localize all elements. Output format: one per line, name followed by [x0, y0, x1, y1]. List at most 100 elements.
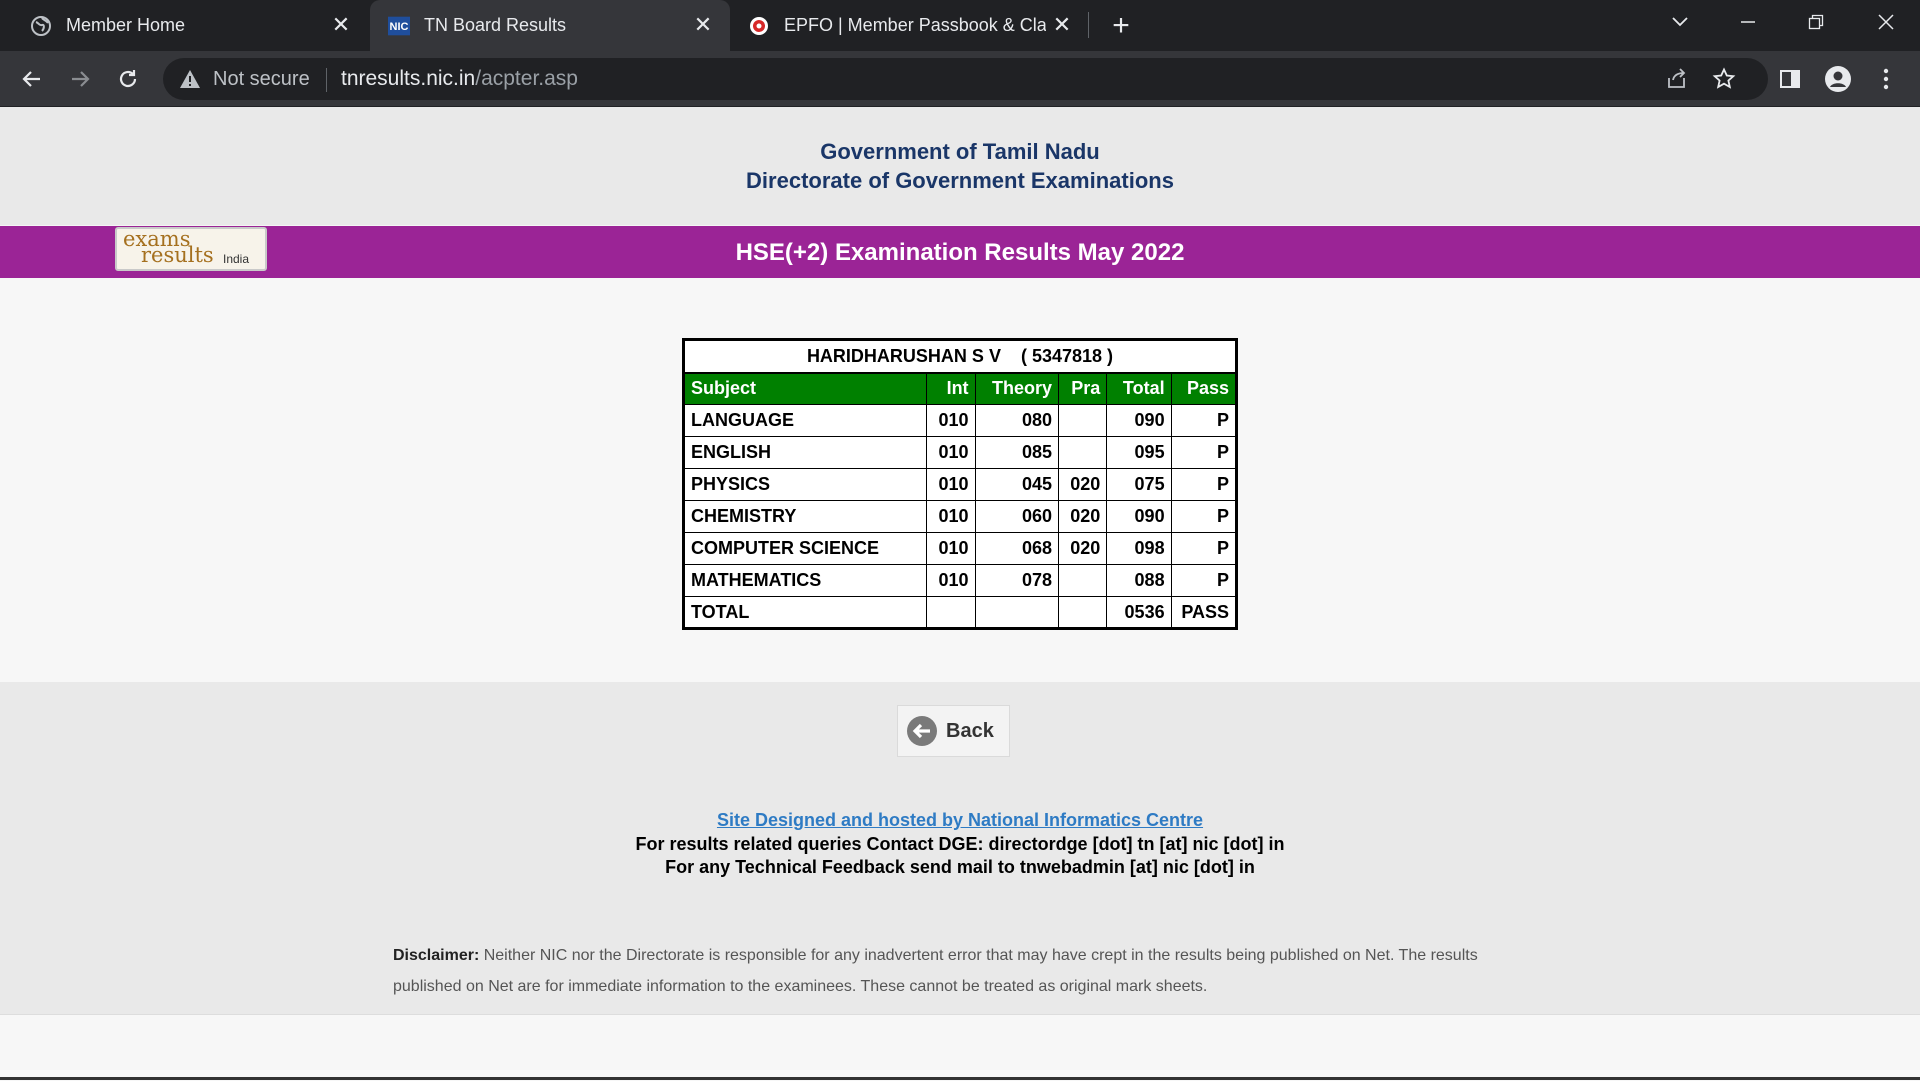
browser-toolbar: Not secure tnresults.nic.in/acpter.asp [0, 51, 1920, 107]
tab-member-home[interactable]: Member Home ✕ [0, 0, 368, 51]
table-header-row: Subject Int Theory Pra Total Pass [682, 372, 1238, 405]
student-caption-row: HARIDHARUSHAN S V ( 5347818 ) [683, 339, 1237, 374]
close-icon[interactable]: ✕ [328, 12, 354, 38]
globe-icon [30, 15, 52, 37]
nic-icon: NIC [388, 15, 410, 37]
url-host: tnresults.nic.in [341, 67, 476, 90]
url-path: /acpter.asp [475, 67, 578, 90]
tab-strip: Member Home ✕ NIC TN Board Results ✕ EPF… [0, 0, 1920, 51]
cell-total: 090 [1106, 404, 1172, 437]
student-reg-no: ( 5347818 ) [1020, 345, 1114, 366]
restore-icon[interactable] [1788, 0, 1844, 44]
cell-pass: P [1170, 532, 1238, 565]
cell-pra: 020 [1057, 468, 1108, 501]
side-panel-icon[interactable] [1772, 61, 1808, 97]
total-pra [1057, 596, 1108, 629]
table-row: CHEMISTRY 010 060 020 090 P [682, 500, 1238, 533]
address-bar[interactable]: Not secure tnresults.nic.in/acpter.asp [163, 58, 1768, 100]
page-content: Government of Tamil Nadu Directorate of … [0, 107, 1920, 1081]
tab-title: EPFO | Member Passbook & Clai [784, 15, 1046, 35]
cell-theory: 080 [974, 404, 1060, 437]
cell-int: 010 [926, 404, 976, 437]
warning-icon[interactable] [179, 68, 201, 95]
total-row: TOTAL 0536 PASS [682, 596, 1238, 629]
tab-title: Member Home [66, 15, 186, 35]
cell-pass: P [1170, 436, 1238, 469]
cell-theory: 045 [974, 468, 1060, 501]
url-text[interactable]: tnresults.nic.in/acpter.asp [341, 67, 578, 91]
cell-pass: P [1170, 500, 1238, 533]
star-icon[interactable] [1711, 66, 1737, 92]
cell-pra: 020 [1057, 532, 1108, 565]
cell-pass: P [1170, 564, 1238, 597]
cell-int: 010 [926, 468, 976, 501]
dge-contact-text: For results related queries Contact DGE:… [635, 834, 1285, 854]
cell-int: 010 [926, 532, 976, 565]
directorate-title: Directorate of Government Examinations [746, 168, 1174, 193]
disclaimer: Disclaimer: Neither NIC nor the Director… [393, 940, 1533, 1002]
table-row: COMPUTER SCIENCE 010 068 020 098 P [682, 532, 1238, 565]
svg-text:NIC: NIC [390, 21, 409, 33]
close-icon[interactable]: ✕ [1049, 12, 1075, 38]
cell-total: 090 [1106, 500, 1172, 533]
table-row: PHYSICS 010 045 020 075 P [682, 468, 1238, 501]
profile-avatar-icon[interactable] [1820, 61, 1856, 97]
header-band: Government of Tamil Nadu Directorate of … [0, 107, 1920, 225]
cell-subject: LANGUAGE [682, 404, 928, 437]
tab-separator [1088, 12, 1089, 38]
total-marks: 0536 [1106, 596, 1172, 629]
back-circle-arrow-icon [907, 716, 937, 746]
cell-pass: P [1170, 468, 1238, 501]
nic-credit-link[interactable]: Site Designed and hosted by National Inf… [0, 810, 1920, 831]
result-table: HARIDHARUSHAN S V ( 5347818 ) Subject In… [682, 338, 1238, 630]
cell-int: 010 [926, 436, 976, 469]
bottom-strip [0, 1014, 1920, 1081]
student-name: HARIDHARUSHAN S V [806, 345, 1001, 366]
back-button[interactable]: Back [897, 705, 1010, 757]
cell-pra [1057, 404, 1108, 437]
col-header-total: Total [1106, 372, 1172, 405]
close-icon[interactable]: ✕ [690, 12, 716, 38]
cell-pass: P [1170, 404, 1238, 437]
back-label: Back [946, 719, 994, 742]
cell-subject: MATHEMATICS [682, 564, 928, 597]
minimize-icon[interactable] [1720, 0, 1776, 44]
cell-subject: ENGLISH [682, 436, 928, 469]
tab-tn-board-results[interactable]: NIC TN Board Results ✕ [370, 0, 730, 51]
exam-title: HSE(+2) Examination Results May 2022 [735, 239, 1185, 266]
total-result: PASS [1170, 596, 1238, 629]
cell-int: 010 [926, 564, 976, 597]
cell-total: 075 [1106, 468, 1172, 501]
cell-subject: COMPUTER SCIENCE [682, 532, 928, 565]
back-arrow-icon[interactable] [14, 61, 50, 97]
exam-title-bar: exams results India HSE(+2) Examination … [0, 226, 1920, 278]
forward-arrow-icon[interactable] [62, 61, 98, 97]
address-divider [326, 68, 327, 92]
table-row: LANGUAGE 010 080 090 P [682, 404, 1238, 437]
new-tab-icon[interactable]: + [1105, 9, 1137, 42]
close-window-icon[interactable] [1858, 0, 1914, 44]
tab-search-icon[interactable] [1652, 0, 1708, 44]
cell-pra: 020 [1057, 500, 1108, 533]
tab-epfo[interactable]: EPFO | Member Passbook & Clai ✕ [732, 0, 1087, 51]
col-header-pra: Pra [1057, 372, 1108, 405]
cell-pra [1057, 436, 1108, 469]
col-header-theory: Theory [974, 372, 1060, 405]
total-int [926, 596, 976, 629]
disclaimer-text: Neither NIC nor the Directorate is respo… [393, 947, 1478, 995]
share-icon[interactable] [1664, 66, 1690, 92]
cell-total: 095 [1106, 436, 1172, 469]
cell-total: 098 [1106, 532, 1172, 565]
disclaimer-label: Disclaimer: [393, 947, 480, 964]
col-header-subject: Subject [682, 372, 928, 405]
cell-int: 010 [926, 500, 976, 533]
epfo-icon [748, 15, 770, 37]
cell-theory: 078 [974, 564, 1060, 597]
cell-theory: 085 [974, 436, 1060, 469]
menu-kebab-icon[interactable] [1868, 61, 1904, 97]
reload-icon[interactable] [110, 61, 146, 97]
security-label[interactable]: Not secure [213, 68, 310, 91]
feedback-contact-text: For any Technical Feedback send mail to … [665, 857, 1255, 877]
student-caption: HARIDHARUSHAN S V ( 5347818 ) [683, 339, 1237, 374]
total-theory [974, 596, 1060, 629]
